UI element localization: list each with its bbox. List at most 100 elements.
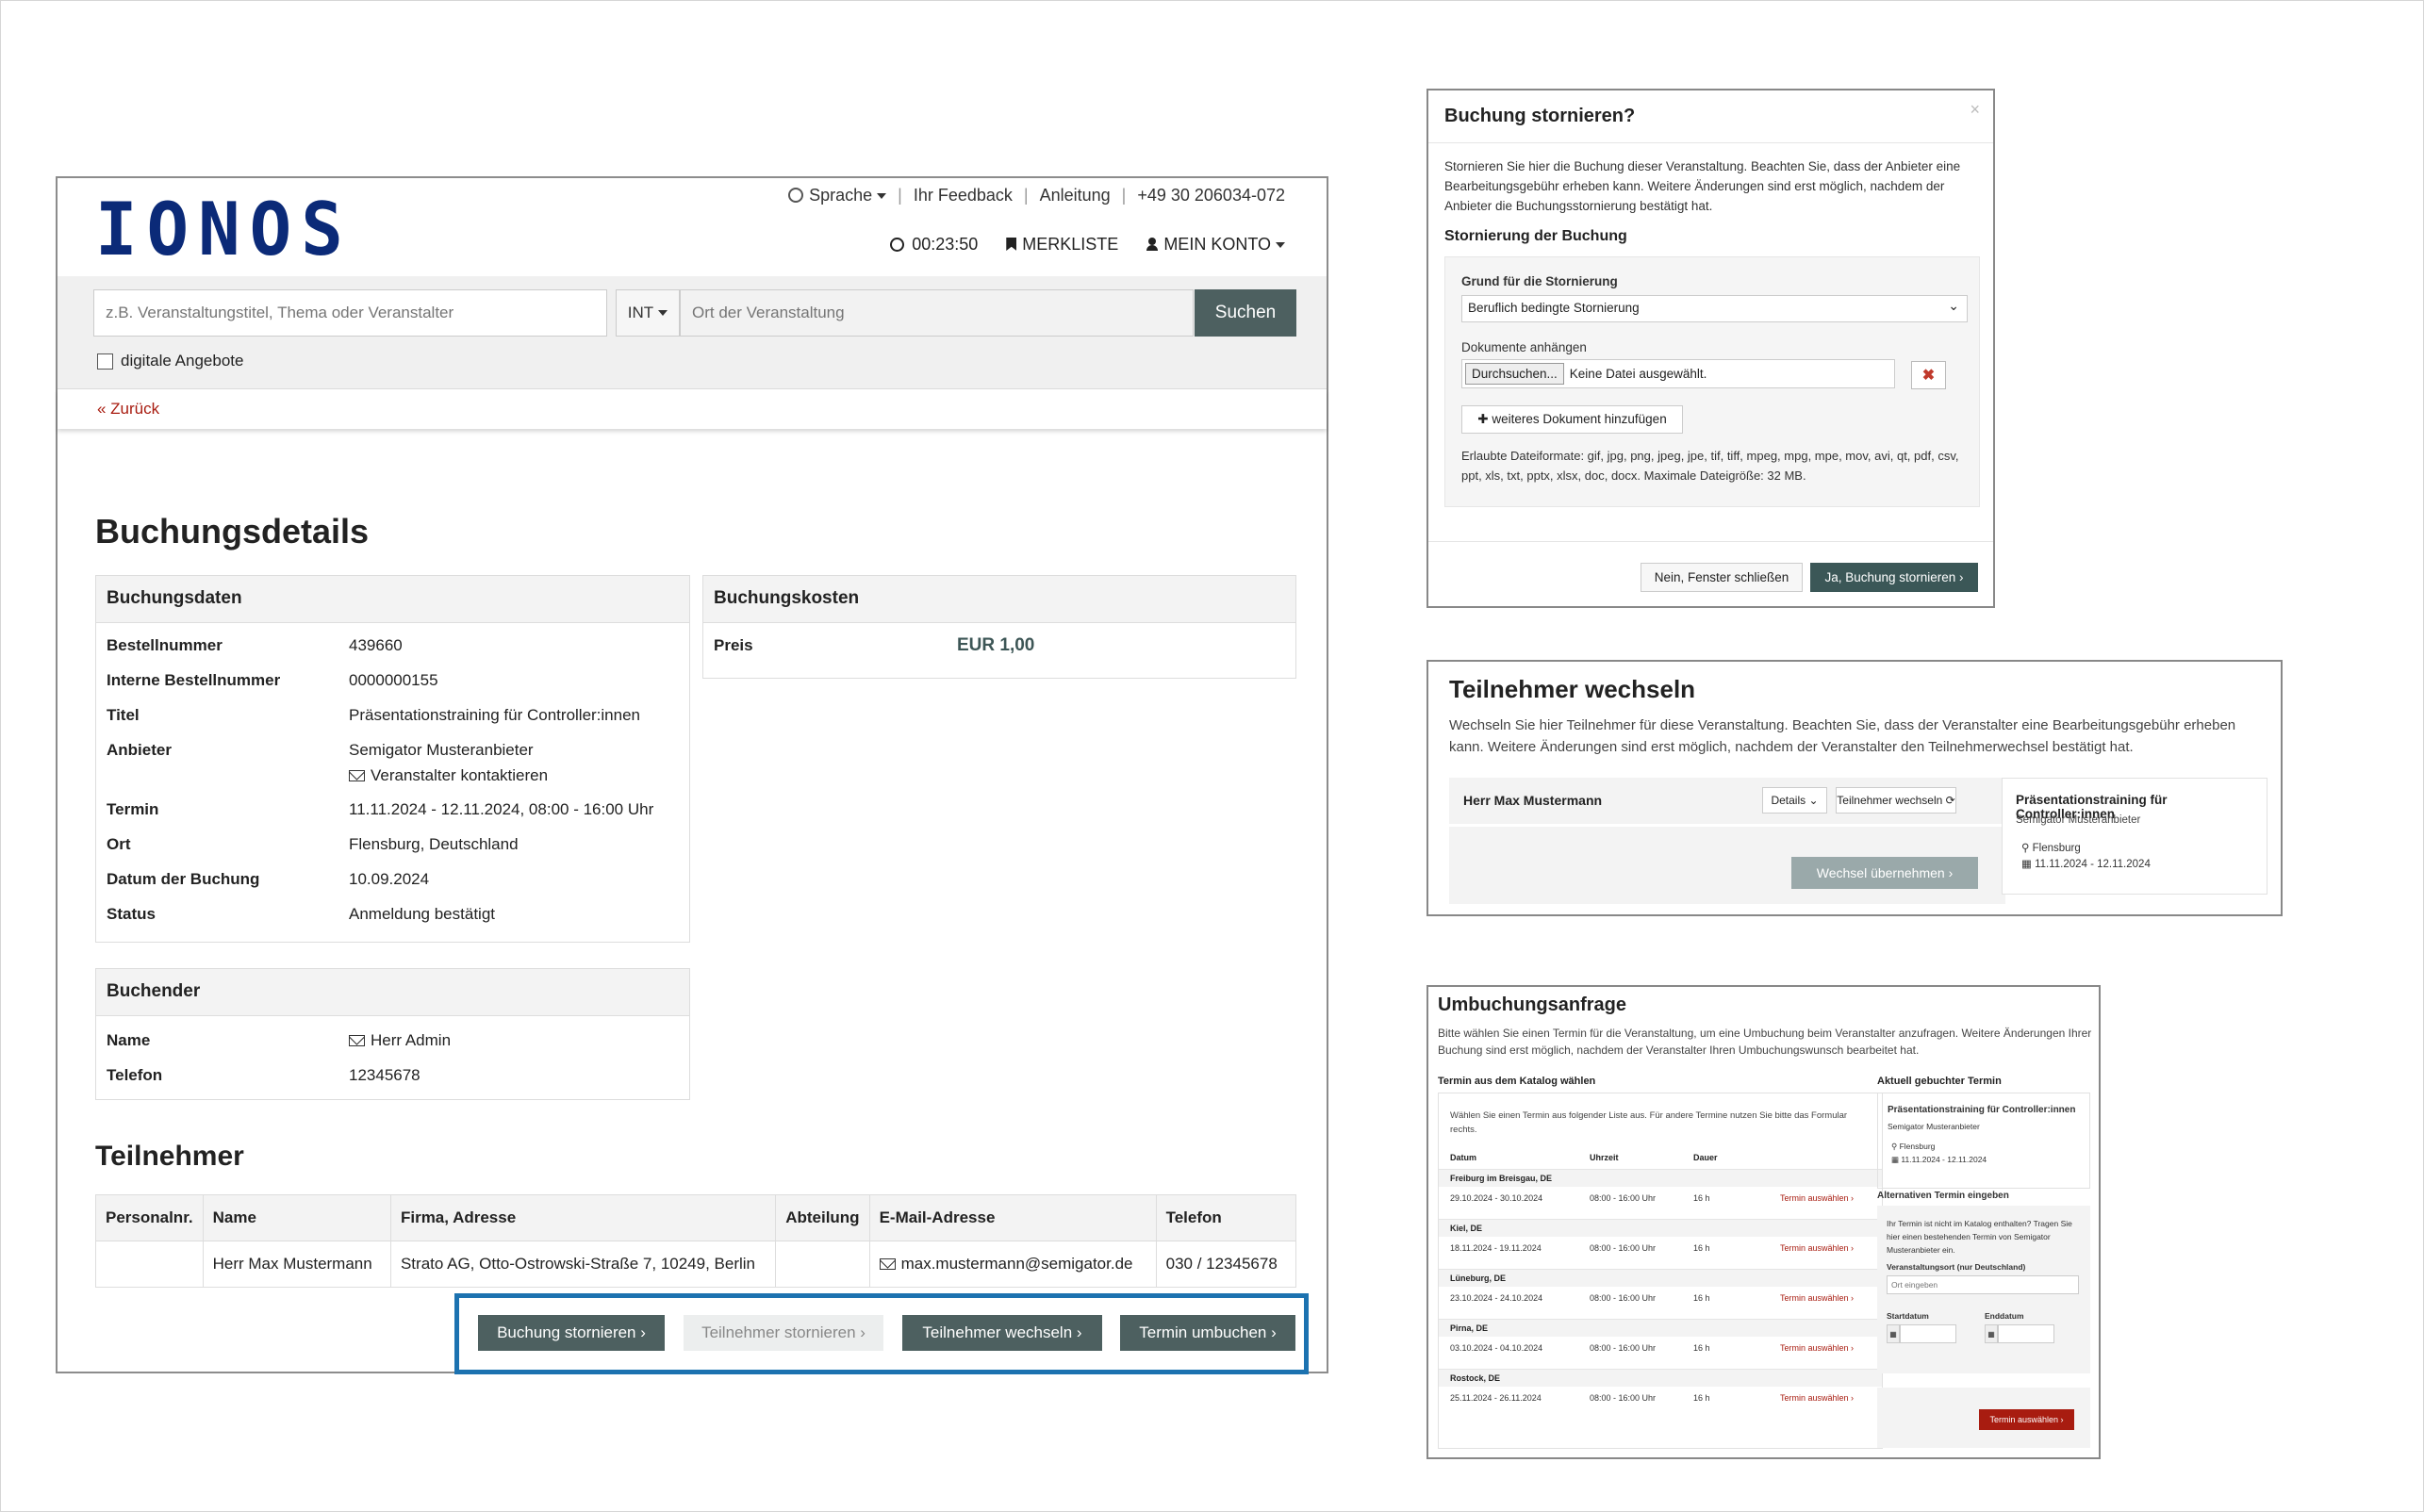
browse-button[interactable]: Durchsuchen... — [1465, 363, 1564, 385]
event-location: ⚲ Flensburg — [1891, 1142, 1936, 1151]
event-provider: Semigator Musteranbieter — [1888, 1122, 1980, 1131]
event-dates: ▦ 11.11.2024 - 12.11.2024 — [2021, 859, 2151, 870]
modal-subtitle: Stornierung der Buchung — [1444, 228, 1627, 244]
list-item: Herr Max Mustermann Details ⌄ Teilnehmer… — [1449, 778, 2005, 827]
city-group: Pirna, DE — [1439, 1319, 1882, 1337]
docs-label: Dokumente anhängen — [1461, 340, 1587, 354]
event-provider: Semigator Musteranbieter — [2016, 814, 2141, 826]
bookmark-icon — [1006, 238, 1017, 251]
modal-description: Wechseln Sie hier Teilnehmer für diese V… — [1449, 717, 2236, 755]
globe-icon — [788, 188, 804, 203]
calendar-icon[interactable]: ▦ — [1985, 1324, 1998, 1343]
reason-label: Grund für die Stornierung — [1461, 274, 1618, 288]
search-input[interactable] — [93, 289, 607, 337]
top-links: Sprache | Ihr Feedback | Anleitung | +49… — [788, 186, 1285, 205]
alternative-heading: Alternativen Termin eingeben — [1877, 1191, 2009, 1201]
place-label: Veranstaltungsort (nur Deutschland) — [1887, 1262, 2026, 1272]
clock-icon — [890, 238, 905, 252]
select-date-link[interactable]: Termin auswählen › — [1780, 1243, 1854, 1253]
card-title: Buchungsdaten — [96, 576, 689, 623]
modal-description: Stornieren Sie hier die Buchung dieser V… — [1444, 159, 1961, 213]
digital-offers-filter[interactable]: digitale Angebote — [97, 352, 243, 370]
rebook-request-modal: Umbuchungsanfrage Bitte wählen Sie einen… — [1426, 985, 2101, 1459]
cancel-booking-modal: Buchung stornieren? × Stornieren Sie hie… — [1426, 89, 1995, 608]
region-select[interactable]: INT — [616, 289, 680, 337]
calendar-icon[interactable]: ▦ — [1887, 1324, 1900, 1343]
table-header-row: Personalnr. Name Firma, Adresse Abteilun… — [95, 1194, 1297, 1241]
switch-participant-button[interactable]: Teilnehmer wechseln ⟳ — [1836, 787, 1956, 814]
col-time: Uhrzeit — [1590, 1153, 1619, 1162]
back-link[interactable]: « Zurück — [97, 400, 159, 419]
select-date-link[interactable]: Termin auswählen › — [1780, 1393, 1854, 1403]
event-title: Präsentationstraining für Controller:inn… — [1888, 1105, 2076, 1115]
feedback-link[interactable]: Ihr Feedback — [914, 186, 1013, 205]
no-file-text: Keine Datei ausgewählt. — [1569, 367, 1707, 381]
cancel-participant-button[interactable]: Teilnehmer stornieren › — [684, 1315, 883, 1351]
select-date-link[interactable]: Termin auswählen › — [1780, 1293, 1854, 1303]
place-input[interactable] — [680, 289, 1194, 337]
col-personnel-number: Personalnr. — [95, 1194, 204, 1241]
file-input[interactable]: Durchsuchen... Keine Datei ausgewählt. — [1461, 359, 1895, 388]
select-date-link[interactable]: Termin auswählen › — [1780, 1193, 1854, 1203]
language-selector[interactable]: Sprache — [788, 186, 887, 205]
session-timer: 00:23:50 — [890, 235, 978, 255]
col-email: E-Mail-Adresse — [868, 1194, 1157, 1241]
current-date-heading: Aktuell gebuchter Termin — [1877, 1076, 2002, 1087]
search-bar: INT Suchen digitale Angebote — [58, 276, 1327, 389]
actions-highlight-box: Buchung stornieren › Teilnehmer stornier… — [454, 1293, 1309, 1374]
select-date-link[interactable]: Termin auswählen › — [1780, 1343, 1854, 1353]
envelope-icon — [879, 1258, 896, 1270]
card-title: Buchender — [96, 969, 689, 1016]
caret-down-icon — [877, 193, 887, 199]
guide-link[interactable]: Anleitung — [1040, 186, 1111, 205]
modal-title: Buchung stornieren? — [1444, 106, 1636, 126]
add-document-button[interactable]: ✚ weiteres Dokument hinzufügen — [1461, 405, 1683, 434]
participant-name: Herr Max Mustermann — [1463, 793, 1603, 808]
ionos-logo[interactable]: IONOS — [95, 193, 353, 267]
map-marker-icon: ⚲ — [2021, 843, 2033, 854]
page-title: Buchungsdetails — [95, 512, 370, 551]
current-booking-summary: Präsentationstraining für Controller:inn… — [1877, 1093, 2090, 1189]
col-phone: Telefon — [1155, 1194, 1297, 1241]
switch-participant-button[interactable]: Teilnehmer wechseln › — [902, 1315, 1102, 1351]
col-department: Abteilung — [775, 1194, 870, 1241]
event-dates: ▦ 11.11.2024 - 12.11.2024 — [1891, 1155, 1987, 1164]
end-date-label: Enddatum — [1985, 1311, 2024, 1321]
catalog-heading: Termin aus dem Katalog wählen — [1438, 1076, 1596, 1087]
envelope-icon — [349, 1035, 365, 1046]
place-input[interactable] — [1887, 1275, 2079, 1294]
end-date-input[interactable] — [1998, 1324, 2054, 1343]
booker-email-link[interactable]: Herr Admin — [349, 1031, 451, 1050]
city-group: Lüneburg, DE — [1439, 1269, 1882, 1287]
caret-down-icon — [658, 310, 668, 316]
rebook-footer: Termin auswählen › — [1877, 1388, 2090, 1448]
account-menu[interactable]: MEIN KONTO — [1146, 235, 1285, 255]
table-row: Herr Max Mustermann Strato AG, Otto-Ostr… — [95, 1241, 1297, 1288]
envelope-icon — [349, 770, 365, 781]
participant-email-link[interactable]: max.mustermann@semigator.de — [868, 1241, 1157, 1288]
close-modal-button[interactable]: Nein, Fenster schließen — [1641, 563, 1803, 592]
participant-list: Herr Max Mustermann Details ⌄ Teilnehmer… — [1449, 778, 2005, 904]
caret-down-icon — [1276, 242, 1285, 248]
calendar-icon: ▦ — [2021, 859, 2036, 870]
remove-file-button[interactable]: ✖ — [1911, 361, 1946, 389]
select-date-button[interactable]: Termin auswählen › — [1979, 1409, 2074, 1430]
map-marker-icon: ⚲ — [1891, 1142, 1900, 1151]
participants-table: Personalnr. Name Firma, Adresse Abteilun… — [95, 1194, 1297, 1288]
details-button[interactable]: Details ⌄ — [1762, 787, 1827, 814]
cancel-booking-button[interactable]: Buchung stornieren › — [478, 1315, 665, 1351]
rebook-button[interactable]: Termin umbuchen › — [1120, 1315, 1295, 1351]
booking-costs-card: Buchungskosten Preis EUR 1,00 — [702, 575, 1296, 679]
booker-card: Buchender Name Herr Admin Telefon 12345678 — [95, 968, 690, 1100]
start-date-input[interactable] — [1900, 1324, 1956, 1343]
close-icon[interactable]: × — [1970, 100, 1980, 120]
apply-switch-button[interactable]: Wechsel übernehmen › — [1791, 857, 1978, 889]
watchlist-link[interactable]: MERKLISTE — [1006, 235, 1118, 255]
digital-offers-checkbox[interactable] — [97, 353, 113, 370]
event-location: ⚲ Flensburg — [2021, 843, 2081, 854]
confirm-cancel-button[interactable]: Ja, Buchung stornieren › — [1810, 563, 1978, 592]
search-button[interactable]: Suchen — [1195, 289, 1296, 337]
reason-select[interactable]: Beruflich bedingte Stornierung — [1461, 295, 1968, 322]
user-toolbar: 00:23:50 MERKLISTE MEIN KONTO — [890, 235, 1285, 255]
card-title: Buchungskosten — [703, 576, 1295, 623]
